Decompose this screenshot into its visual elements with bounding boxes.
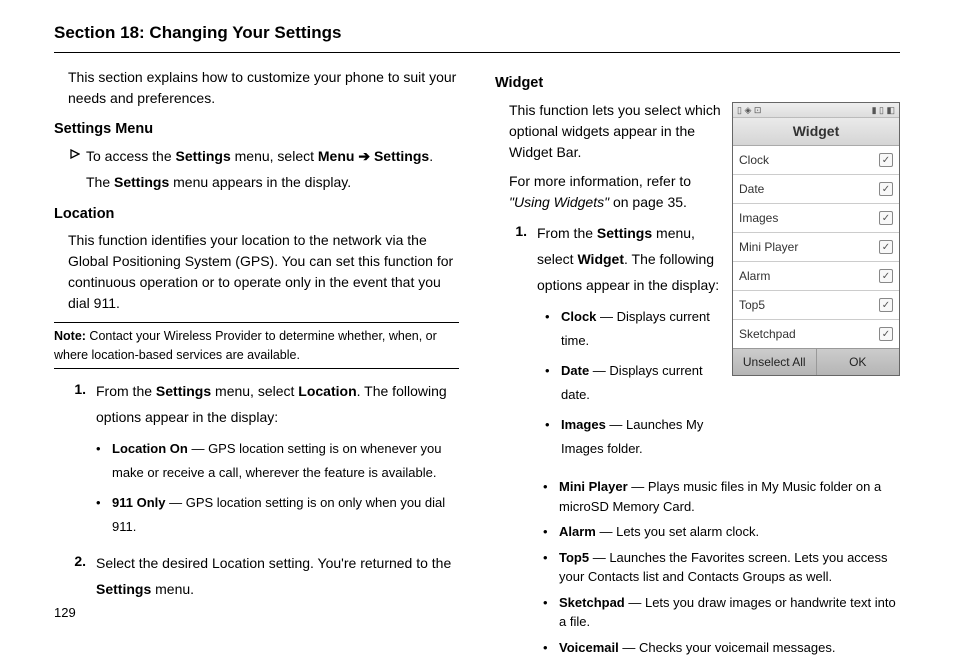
triangle-bullet-icon	[70, 144, 80, 165]
widget-steps: 1. From the Settings menu, select Widget…	[509, 221, 722, 467]
checkbox-icon[interactable]: ✓	[879, 211, 893, 225]
section-title: Section 18: Changing Your Settings	[54, 20, 900, 53]
phone-list-item[interactable]: Clock✓	[733, 146, 899, 175]
page-number: 129	[54, 603, 76, 623]
phone-list-item[interactable]: Images✓	[733, 204, 899, 233]
phone-list-item[interactable]: Top5✓	[733, 291, 899, 320]
widget-intro: This function lets you select which opti…	[509, 100, 722, 163]
status-right-icons: ▮ ▯ ◧	[872, 104, 895, 118]
widget-reference: For more information, refer to "Using Wi…	[509, 171, 722, 213]
settings-menu-heading: Settings Menu	[54, 119, 459, 141]
location-options: •Location On — GPS location setting is o…	[96, 437, 459, 539]
note-body: Contact your Wireless Provider to determ…	[54, 329, 437, 362]
location-heading: Location	[54, 204, 459, 226]
right-column: Widget This function lets you select whi…	[495, 67, 900, 663]
phone-list-item[interactable]: Date✓	[733, 175, 899, 204]
step-number: 1.	[68, 379, 86, 545]
checkbox-icon[interactable]: ✓	[879, 153, 893, 167]
access-instruction: To access the Settings menu, select Menu…	[70, 144, 459, 196]
step-number: 1.	[509, 221, 527, 467]
checkbox-icon[interactable]: ✓	[879, 327, 893, 341]
phone-list-item[interactable]: Sketchpad✓	[733, 320, 899, 348]
step-number: 2.	[68, 551, 86, 603]
widget-options-lower: •Mini Player — Plays music files in My M…	[543, 477, 900, 663]
phone-list-item[interactable]: Mini Player✓	[733, 233, 899, 262]
left-column: This section explains how to customize y…	[54, 67, 459, 663]
location-steps: 1. From the Settings menu, select Locati…	[68, 379, 459, 603]
checkbox-icon[interactable]: ✓	[879, 298, 893, 312]
widget-heading: Widget	[495, 73, 900, 95]
checkbox-icon[interactable]: ✓	[879, 240, 893, 254]
phone-softkey-bar: Unselect All OK	[733, 348, 899, 375]
intro-text: This section explains how to customize y…	[68, 67, 459, 109]
note-box: Note: Contact your Wireless Provider to …	[54, 322, 459, 370]
location-body: This function identifies your location t…	[68, 230, 459, 314]
softkey-right[interactable]: OK	[817, 349, 900, 375]
checkbox-icon[interactable]: ✓	[879, 269, 893, 283]
phone-status-bar: ▯ ◈ ⊡ ▮ ▯ ◧	[733, 103, 899, 118]
note-label: Note:	[54, 329, 86, 343]
phone-title: Widget	[733, 118, 899, 146]
widget-options-upper: •Clock — Displays current time. •Date — …	[545, 305, 722, 461]
phone-screenshot: ▯ ◈ ⊡ ▮ ▯ ◧ Widget Clock✓ Date✓ Images✓ …	[732, 102, 900, 376]
softkey-left[interactable]: Unselect All	[733, 349, 817, 375]
status-left-icons: ▯ ◈ ⊡	[737, 104, 761, 118]
phone-list-item[interactable]: Alarm✓	[733, 262, 899, 291]
checkbox-icon[interactable]: ✓	[879, 182, 893, 196]
